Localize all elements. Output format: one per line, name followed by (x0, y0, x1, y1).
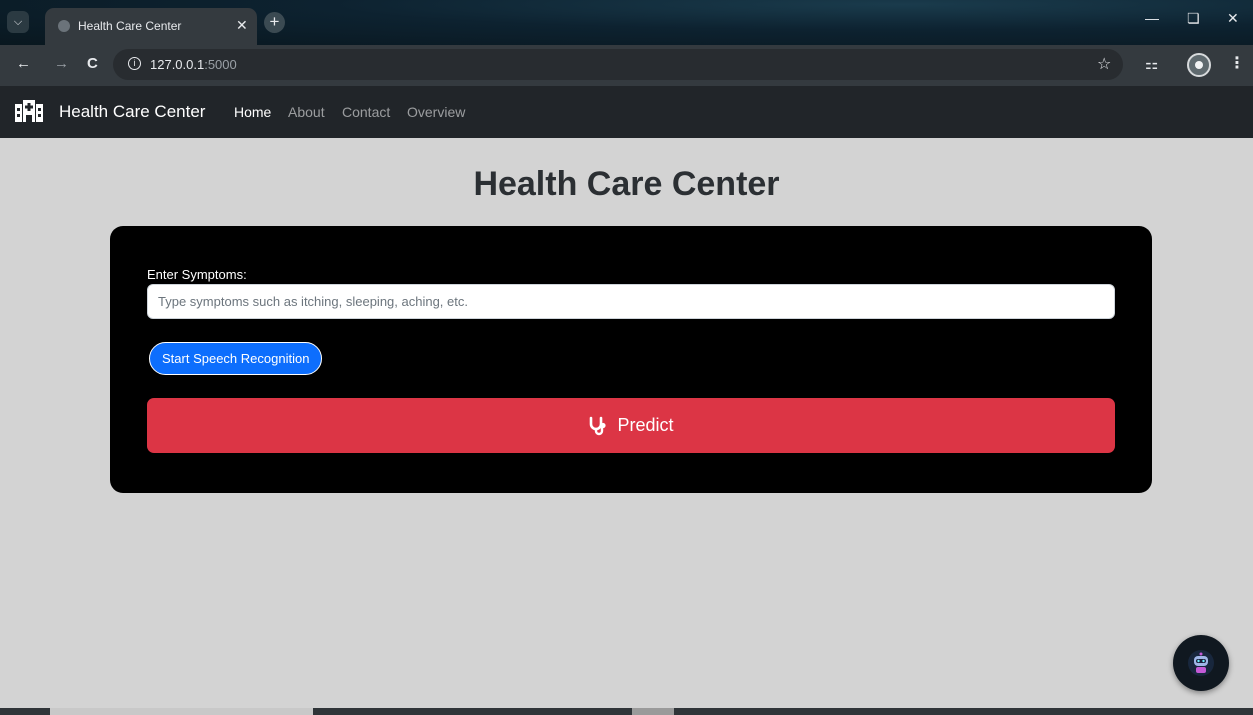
nav-link-overview[interactable]: Overview (407, 104, 465, 120)
navbar-brand[interactable]: Health Care Center (59, 102, 205, 122)
back-arrow-icon[interactable]: ← (16, 55, 31, 72)
bottom-edge-segment (50, 708, 313, 715)
symptoms-label: Enter Symptoms: (147, 267, 247, 282)
start-speech-recognition-button[interactable]: Start Speech Recognition (149, 342, 323, 375)
globe-icon (58, 20, 70, 32)
more-menu-icon[interactable]: ⋮ (1229, 53, 1245, 73)
predict-label: Predict (617, 415, 674, 435)
browser-tab-active[interactable]: Health Care Center ✕ (45, 8, 257, 45)
site-navbar: Health Care Center Home About Contact Ov… (0, 86, 1253, 138)
nav-link-home[interactable]: Home (234, 104, 271, 120)
stethoscope-icon (590, 416, 607, 435)
symptom-form-card: Enter Symptoms: Start Speech Recognition… (110, 226, 1152, 493)
restore-icon[interactable]: ❏ (1187, 10, 1200, 27)
address-bar[interactable]: i 127.0.0.1:5000 ☆ (113, 49, 1123, 80)
info-icon[interactable]: i (128, 57, 141, 70)
window-bottom-edge (0, 708, 1253, 715)
nav-link-about[interactable]: About (288, 104, 325, 120)
forward-arrow-icon[interactable]: → (54, 55, 69, 72)
robot-icon (1188, 650, 1214, 676)
window-close-icon[interactable]: ✕ (1227, 10, 1239, 27)
chatbot-button[interactable] (1173, 635, 1229, 691)
hospital-icon[interactable] (15, 100, 43, 122)
tab-search-chevron-icon[interactable]: ⌵ (7, 11, 29, 33)
browser-tabstrip: ⌵ Health Care Center ✕ + — ❏ ✕ (0, 0, 1253, 45)
url-text: 127.0.0.1:5000 (150, 57, 237, 72)
reload-icon[interactable]: C (87, 55, 98, 72)
minimize-icon[interactable]: — (1145, 10, 1159, 26)
predict-button[interactable]: Predict (147, 398, 1115, 453)
symptoms-input[interactable] (147, 284, 1115, 319)
profile-avatar[interactable] (1187, 53, 1211, 77)
page-title: Health Care Center (473, 165, 780, 203)
extensions-puzzle-icon[interactable]: ⚏ (1145, 55, 1158, 73)
close-icon[interactable]: ✕ (236, 17, 248, 34)
browser-toolbar: ← → C i 127.0.0.1:5000 ☆ ⚏ ⋮ (0, 45, 1253, 86)
new-tab-button[interactable]: + (264, 12, 285, 33)
nav-link-contact[interactable]: Contact (342, 104, 390, 120)
bottom-edge-segment (632, 708, 674, 715)
bookmark-star-icon[interactable]: ☆ (1097, 54, 1111, 74)
tab-title: Health Care Center (78, 19, 182, 33)
